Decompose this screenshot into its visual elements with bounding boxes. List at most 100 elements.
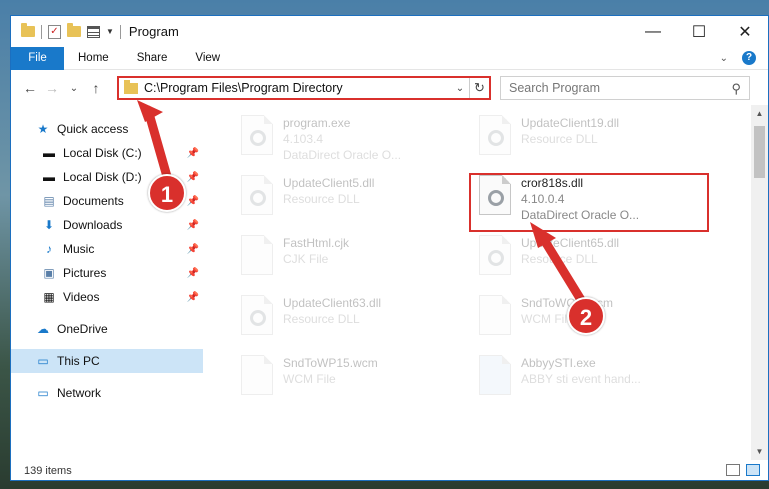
file-icon: [241, 355, 273, 395]
vertical-scrollbar[interactable]: ▲ ▼: [751, 105, 768, 460]
file-name: program.exe: [283, 116, 351, 130]
documents-icon: ▤: [43, 194, 55, 208]
file-item[interactable]: AbbyySTI.exe ABBY sti event hand...: [479, 355, 699, 395]
tab-home[interactable]: Home: [64, 52, 123, 64]
file-item[interactable]: UpdateClient19.dll Resource DLL: [479, 115, 699, 155]
tab-file[interactable]: File: [11, 46, 64, 70]
navigation-pane: ★ Quick access ▬ Local Disk (C:) 📌 ▬ Loc…: [11, 105, 203, 460]
expand-ribbon-chevron-icon[interactable]: ⌄: [720, 53, 728, 64]
sidebar-item-quick-access[interactable]: ★ Quick access: [11, 117, 203, 141]
file-item[interactable]: program.exe 4.103.4 DataDirect Oracle O.…: [241, 115, 461, 163]
sidebar-item-this-pc[interactable]: ▭ This PC: [11, 349, 203, 373]
search-icon[interactable]: ⚲: [731, 81, 741, 97]
file-icon: [241, 235, 273, 275]
help-icon[interactable]: ?: [742, 51, 756, 65]
forward-button[interactable]: →: [41, 80, 63, 96]
exe-file-icon: [241, 115, 273, 155]
dll-file-icon: [241, 295, 273, 335]
sidebar-item-downloads[interactable]: ⬇ Downloads 📌: [11, 213, 203, 237]
quick-access-toolbar: ✓ ▼: [11, 23, 121, 39]
sidebar-item-label: Local Disk (C:): [63, 146, 142, 160]
callout-1: 1: [148, 174, 186, 212]
sidebar-item-network[interactable]: ▭ Network: [11, 381, 203, 405]
sidebar-item-music[interactable]: ♪ Music 📌: [11, 237, 203, 261]
drive-icon: ▬: [43, 170, 55, 184]
file-name: FastHtml.cjk: [283, 236, 349, 250]
sidebar-item-label: This PC: [57, 354, 100, 368]
scroll-down-icon[interactable]: ▼: [751, 443, 768, 460]
refresh-button[interactable]: ↻: [469, 78, 489, 98]
pin-icon: 📌: [186, 267, 199, 279]
file-type: CJK File: [283, 252, 329, 266]
sidebar-item-label: OneDrive: [57, 322, 108, 336]
file-name: UpdateClient19.dll: [521, 116, 620, 130]
sidebar-item-pictures[interactable]: ▣ Pictures 📌: [11, 261, 203, 285]
file-type: Resource DLL: [521, 252, 598, 266]
file-item[interactable]: UpdateClient65.dll Resource DLL: [479, 235, 699, 275]
pin-icon: 📌: [186, 195, 199, 207]
scroll-thumb[interactable]: [754, 126, 765, 178]
dll-file-icon: [479, 115, 511, 155]
file-item[interactable]: UpdateClient63.dll Resource DLL: [241, 295, 461, 335]
search-placeholder: Search Program: [509, 81, 601, 95]
recent-locations-button[interactable]: ⌄: [63, 83, 85, 94]
address-path[interactable]: C:\Program Files\Program Directory: [144, 81, 451, 95]
tab-view[interactable]: View: [181, 52, 234, 64]
file-name: UpdateClient65.dll: [521, 236, 620, 250]
window-title: Program: [128, 24, 179, 39]
callout-2: 2: [567, 297, 605, 335]
navigation-bar: ← → ⌄ ↑ C:\Program Files\Program Directo…: [11, 71, 768, 105]
minimize-button[interactable]: —: [630, 16, 676, 47]
sidebar-item-videos[interactable]: ▦ Videos 📌: [11, 285, 203, 309]
scroll-up-icon[interactable]: ▲: [751, 105, 768, 122]
separator: [41, 24, 42, 39]
folder-icon: [124, 79, 138, 94]
file-item[interactable]: UpdateClient5.dll Resource DLL: [241, 175, 461, 215]
tab-share[interactable]: Share: [123, 52, 182, 64]
videos-icon: ▦: [43, 290, 55, 304]
customize-toolbar-chevron-icon[interactable]: ▼: [106, 27, 114, 36]
pin-icon: 📌: [186, 171, 199, 183]
music-icon: ♪: [46, 242, 52, 256]
sidebar-item-label: Network: [57, 386, 102, 400]
item-count: 139 items: [24, 465, 72, 477]
sidebar-item-local-disk-c[interactable]: ▬ Local Disk (C:) 📌: [11, 141, 203, 165]
cloud-icon: ☁: [37, 322, 49, 336]
computer-icon: ▭: [37, 354, 49, 368]
drive-icon: ▬: [43, 146, 55, 160]
file-type: WCM File: [283, 372, 336, 386]
pin-icon: 📌: [186, 219, 199, 231]
details-view-icon[interactable]: [726, 464, 740, 476]
back-button[interactable]: ←: [19, 80, 41, 96]
file-item[interactable]: SndToWP15.wcm WCM File: [241, 355, 461, 395]
up-button[interactable]: ↑: [85, 80, 107, 96]
tiles-view-icon[interactable]: [746, 464, 760, 476]
address-bar[interactable]: C:\Program Files\Program Directory ⌄ ↻: [117, 76, 491, 100]
file-version: 4.103.4: [283, 132, 324, 146]
maximize-button[interactable]: ☐: [676, 16, 722, 47]
file-type: Resource DLL: [283, 192, 360, 206]
new-folder-icon[interactable]: [67, 23, 81, 37]
file-name: SndToWP15.wcm: [283, 356, 378, 370]
file-name: AbbyySTI.exe: [521, 356, 596, 370]
properties-icon[interactable]: [87, 25, 100, 38]
sidebar-item-label: Documents: [63, 194, 124, 208]
properties-check-icon[interactable]: ✓: [48, 24, 61, 39]
file-type: Resource DLL: [521, 132, 598, 146]
pin-icon: 📌: [186, 243, 199, 255]
separator: [119, 24, 121, 39]
ribbon-tabs: File Home Share View ⌄ ?: [11, 46, 768, 70]
sidebar-item-label: Quick access: [57, 122, 129, 136]
close-button[interactable]: ✕: [722, 16, 768, 47]
dll-file-icon: [479, 235, 511, 275]
folder-icon: [21, 23, 35, 37]
sidebar-item-onedrive[interactable]: ☁ OneDrive: [11, 317, 203, 341]
highlight-box-file: [469, 173, 709, 232]
file-name: UpdateClient5.dll: [283, 176, 375, 190]
file-list: program.exe 4.103.4 DataDirect Oracle O.…: [203, 105, 741, 460]
file-name: UpdateClient63.dll: [283, 296, 382, 310]
search-input[interactable]: Search Program ⚲: [500, 76, 750, 100]
file-item[interactable]: FastHtml.cjk CJK File: [241, 235, 461, 275]
address-dropdown-icon[interactable]: ⌄: [451, 83, 469, 94]
file-icon: [479, 295, 511, 335]
